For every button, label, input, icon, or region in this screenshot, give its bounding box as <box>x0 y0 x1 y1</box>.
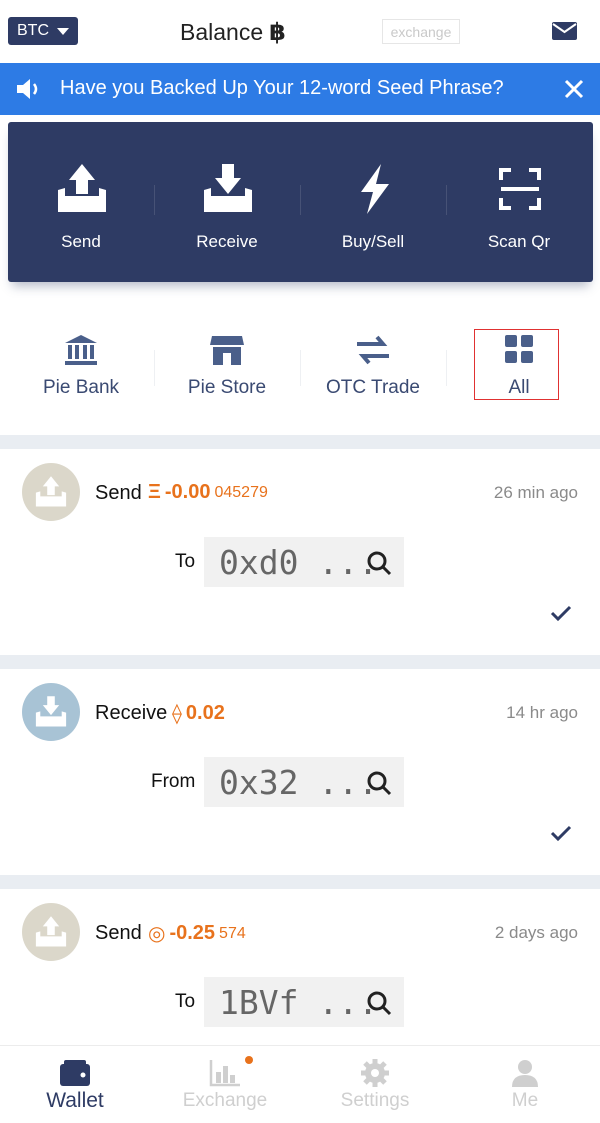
tx-amount: ◎ -0.25 574 <box>148 921 246 946</box>
search-icon[interactable] <box>366 770 392 796</box>
transaction-item[interactable]: Receive ⟠ 0.02 14 hr ago From 0x32 ... <box>0 669 600 875</box>
user-icon <box>512 1060 538 1087</box>
exchange-tag[interactable]: exchange <box>382 19 460 44</box>
page-title: Balance ฿ <box>180 16 286 48</box>
divider <box>154 185 155 215</box>
store-icon <box>210 336 244 365</box>
scan-qr-icon <box>499 168 541 210</box>
nav-settings-label: Settings <box>340 1090 410 1111</box>
ethereum-icon: Ξ <box>148 481 161 503</box>
section-separator <box>0 435 600 449</box>
send-tray-icon <box>58 164 106 212</box>
tx-type: Send <box>95 482 142 504</box>
gear-icon <box>361 1059 389 1087</box>
tx-amount-main: -0.00 <box>164 481 211 503</box>
tx-amount-main: -0.25 <box>169 922 216 944</box>
pie-store-label: Pie Store <box>187 377 267 398</box>
tx-amount-main: 0.02 <box>185 702 225 724</box>
tx-amount: ⟠ 0.02 <box>172 701 229 726</box>
swap-arrows-icon <box>357 335 389 365</box>
receive-label: Receive <box>196 232 258 251</box>
tx-amount-tail: 574 <box>219 924 246 942</box>
top-bar: BTC Balance ฿ exchange <box>0 0 600 62</box>
tx-type: Send <box>95 922 142 944</box>
tx-address-text: 0x32 ... <box>219 762 378 802</box>
tx-time: 2 days ago <box>494 923 578 942</box>
bottom-nav: Wallet Exchange Settings Me <box>0 1045 600 1123</box>
receive-tray-icon <box>35 696 67 727</box>
buy-sell-label: Buy/Sell <box>341 232 405 251</box>
tx-amount-tail: 045279 <box>214 483 268 501</box>
bitcoin-icon: ฿ <box>269 18 286 46</box>
otc-trade-item[interactable]: OTC Trade <box>300 315 446 405</box>
divider <box>300 350 301 386</box>
nav-wallet-label: Wallet <box>46 1089 104 1112</box>
transaction-item[interactable]: Send ◎ -0.25 574 2 days ago To 1BVf ... <box>0 889 600 1045</box>
divider <box>446 350 447 386</box>
lightning-icon <box>361 164 389 214</box>
divider <box>300 185 301 215</box>
nav-settings[interactable]: Settings <box>300 1046 450 1123</box>
tx-time: 26 min ago <box>493 483 578 502</box>
backup-banner[interactable]: Have you Backed Up Your 12-word Seed Phr… <box>0 63 600 115</box>
nav-me[interactable]: Me <box>450 1046 600 1123</box>
tx-address-text: 0xd0 ... <box>219 542 378 582</box>
tx-direction: To <box>175 551 196 572</box>
receive-action[interactable]: Receive <box>154 122 300 282</box>
banner-text: Have you Backed Up Your 12-word Seed Phr… <box>60 77 504 99</box>
buy-sell-action[interactable]: Buy/Sell <box>300 122 446 282</box>
tx-time: 14 hr ago <box>506 703 578 722</box>
tx-avatar <box>22 683 80 741</box>
transaction-item[interactable]: Send Ξ -0.00 045279 26 min ago To 0xd0 ..… <box>0 449 600 655</box>
scan-qr-label: Scan Qr <box>487 232 551 251</box>
ethereum-classic-icon: ⟠ <box>172 703 182 725</box>
pie-bank-label: Pie Bank <box>42 377 120 398</box>
tx-address[interactable]: 0x32 ... <box>204 757 404 807</box>
otc-trade-label: OTC Trade <box>326 377 420 398</box>
tx-direction: To <box>175 991 196 1012</box>
nav-exchange[interactable]: Exchange <box>150 1046 300 1123</box>
mail-icon[interactable] <box>552 22 577 40</box>
section-separator <box>0 875 600 889</box>
scan-qr-action[interactable]: Scan Qr <box>446 122 592 282</box>
tx-address-text: 1BVf ... <box>219 982 378 1022</box>
caret-down-icon <box>57 27 69 35</box>
search-icon[interactable] <box>366 990 392 1016</box>
selection-highlight <box>474 329 559 400</box>
tx-type: Receive <box>95 702 168 724</box>
tx-avatar <box>22 463 80 521</box>
nav-me-label: Me <box>511 1090 539 1111</box>
coin-icon: ◎ <box>148 923 166 945</box>
pie-store-item[interactable]: Pie Store <box>154 315 300 405</box>
send-action[interactable]: Send <box>8 122 154 282</box>
divider <box>446 185 447 215</box>
close-icon[interactable] <box>562 77 586 101</box>
chart-icon <box>209 1060 240 1087</box>
send-tray-icon <box>35 916 67 947</box>
pie-bank-item[interactable]: Pie Bank <box>8 315 154 405</box>
currency-selector[interactable]: BTC <box>8 17 78 45</box>
tx-avatar <box>22 903 80 961</box>
send-label: Send <box>61 232 101 251</box>
divider <box>154 350 155 386</box>
tx-address[interactable]: 0xd0 ... <box>204 537 404 587</box>
notification-dot <box>245 1056 253 1064</box>
check-icon <box>550 605 572 622</box>
currency-label: BTC <box>17 22 49 39</box>
bank-icon <box>65 335 97 365</box>
nav-wallet[interactable]: Wallet <box>0 1046 150 1123</box>
tx-direction: From <box>151 771 196 792</box>
receive-tray-icon <box>204 164 252 212</box>
send-tray-icon <box>35 476 67 507</box>
speaker-icon <box>17 79 38 99</box>
tx-amount: Ξ -0.00 045279 <box>148 481 268 504</box>
search-icon[interactable] <box>366 550 392 576</box>
section-separator <box>0 655 600 669</box>
tx-address[interactable]: 1BVf ... <box>204 977 404 1027</box>
page-title-text: Balance <box>180 18 264 45</box>
wallet-icon <box>60 1060 90 1086</box>
nav-exchange-label: Exchange <box>182 1090 268 1111</box>
check-icon <box>550 825 572 842</box>
